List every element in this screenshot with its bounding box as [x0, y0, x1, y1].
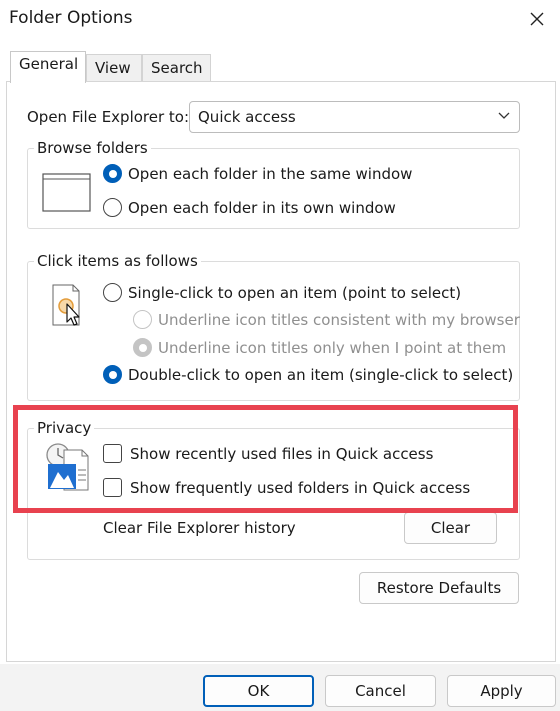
radio-double-click-label: Double-click to open an item (single-cli…: [128, 365, 514, 384]
window-icon: [42, 173, 92, 217]
ok-button[interactable]: OK: [203, 675, 314, 707]
window-title: Folder Options: [9, 8, 133, 28]
checkbox-recent-files-box[interactable]: [103, 444, 122, 463]
radio-double-click[interactable]: Double-click to open an item (single-cli…: [103, 365, 513, 384]
close-icon: [530, 12, 544, 26]
radio-underline-point[interactable]: Underline icon titles only when I point …: [133, 338, 506, 357]
radio-single-click-indicator[interactable]: [103, 283, 122, 302]
cancel-button[interactable]: Cancel: [325, 675, 436, 707]
open-explorer-dropdown[interactable]: Quick access: [189, 101, 520, 133]
click-items-title: Click items as follows: [34, 252, 201, 270]
radio-single-click[interactable]: Single-click to open an item (point to s…: [103, 283, 461, 302]
checkbox-recent-files[interactable]: Show recently used files in Quick access: [103, 444, 433, 463]
radio-underline-browser-label: Underline icon titles consistent with my…: [158, 310, 520, 329]
radio-double-click-indicator[interactable]: [103, 365, 122, 384]
chevron-down-icon: [498, 112, 510, 119]
clear-button[interactable]: Clear: [404, 512, 497, 544]
close-button[interactable]: [524, 6, 550, 32]
radio-own-window-indicator[interactable]: [103, 198, 122, 217]
tab-search[interactable]: Search: [142, 54, 211, 82]
checkbox-frequent-folders-box[interactable]: [103, 478, 122, 497]
radio-same-window-label: Open each folder in the same window: [128, 164, 413, 183]
radio-same-window[interactable]: Open each folder in the same window: [103, 164, 412, 183]
clear-history-label: Clear File Explorer history: [103, 519, 296, 537]
checkbox-frequent-folders[interactable]: Show frequently used folders in Quick ac…: [103, 478, 470, 497]
radio-same-window-indicator[interactable]: [103, 164, 122, 183]
tab-view[interactable]: View: [86, 54, 142, 82]
radio-underline-browser-indicator[interactable]: [133, 310, 152, 329]
checkbox-recent-files-label: Show recently used files in Quick access: [130, 444, 434, 463]
radio-underline-point-label: Underline icon titles only when I point …: [158, 338, 507, 357]
title-bar: Folder Options: [0, 0, 560, 40]
recent-files-icon: [44, 440, 90, 496]
pointer-icon: [50, 282, 88, 334]
open-explorer-label: Open File Explorer to:: [27, 108, 190, 126]
open-explorer-value: Quick access: [198, 108, 296, 126]
radio-own-window-label: Open each folder in its own window: [128, 198, 396, 217]
radio-single-click-label: Single-click to open an item (point to s…: [128, 283, 462, 302]
radio-underline-browser[interactable]: Underline icon titles consistent with my…: [133, 310, 520, 329]
checkbox-frequent-folders-label: Show frequently used folders in Quick ac…: [130, 478, 471, 497]
apply-button[interactable]: Apply: [447, 675, 556, 707]
tab-general[interactable]: General: [10, 51, 86, 83]
radio-underline-point-indicator[interactable]: [133, 338, 152, 357]
privacy-title: Privacy: [34, 419, 95, 437]
radio-own-window[interactable]: Open each folder in its own window: [103, 198, 396, 217]
browse-folders-title: Browse folders: [34, 139, 151, 157]
restore-defaults-button[interactable]: Restore Defaults: [359, 572, 519, 604]
